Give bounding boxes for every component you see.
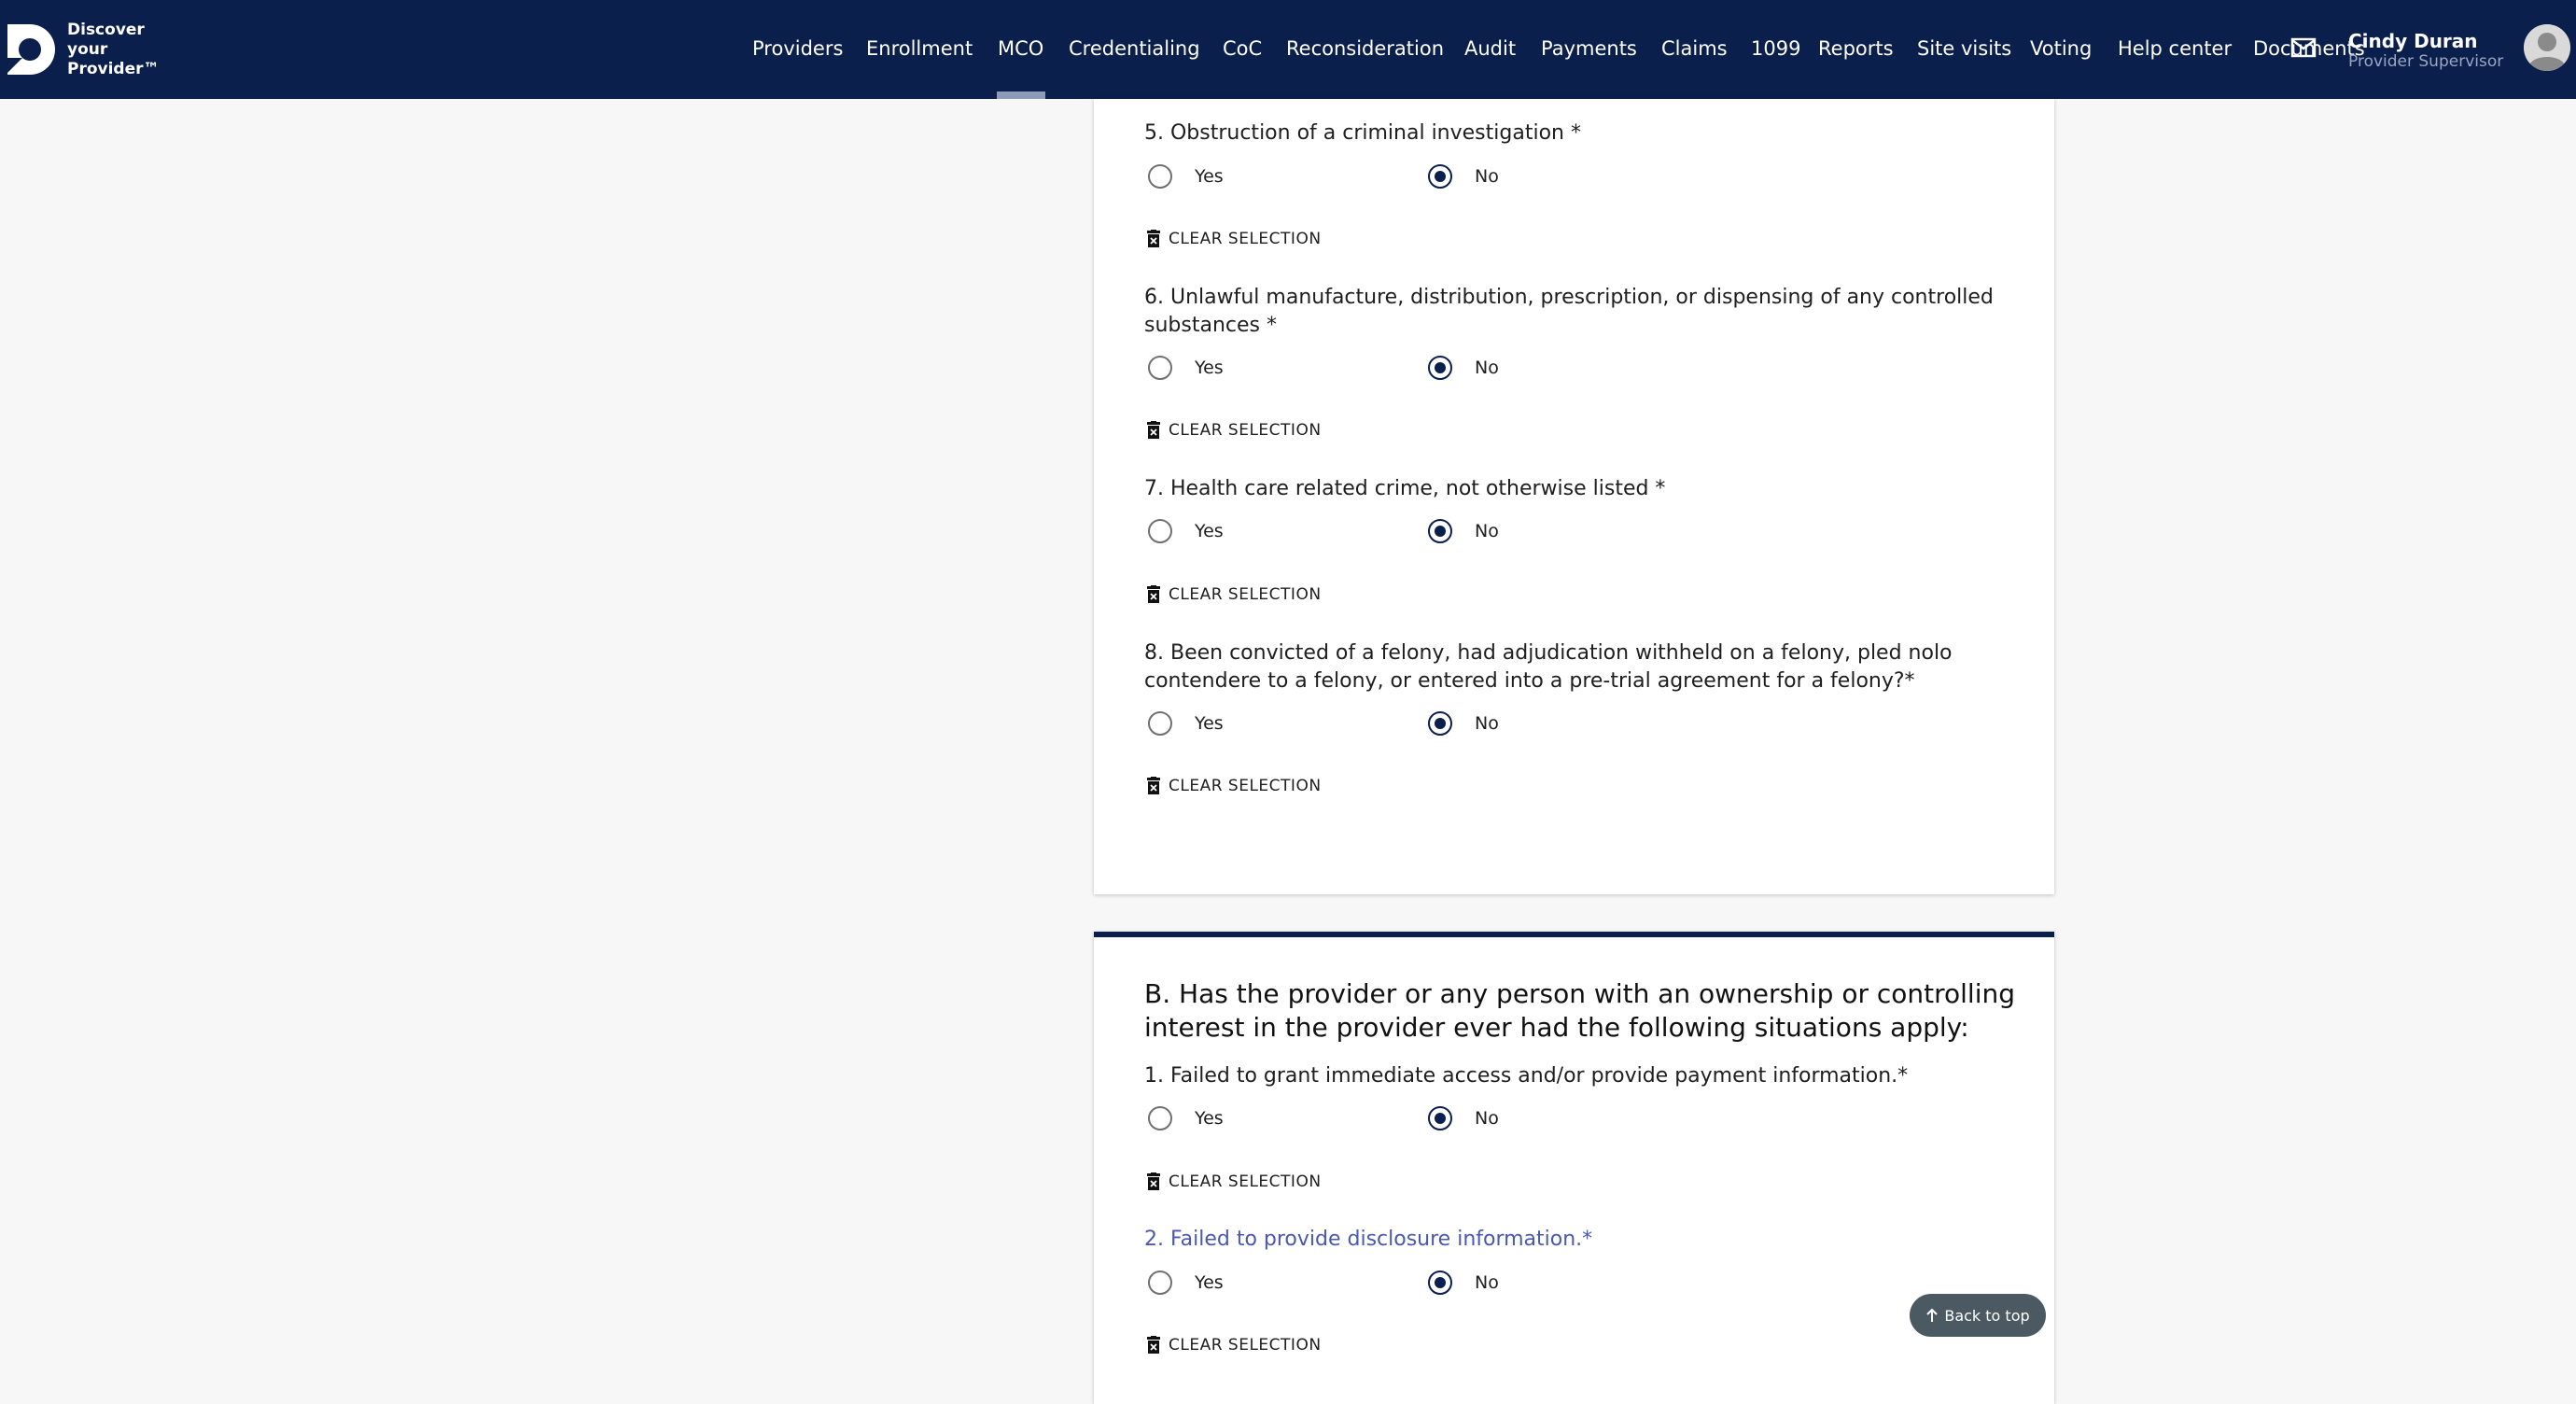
nav-item-claims[interactable]: Claims (1661, 35, 1728, 62)
option-yes-label: Yes (1195, 713, 1224, 734)
nav-item-mco[interactable]: MCO (998, 35, 1043, 62)
nav-item-1099[interactable]: 1099 (1751, 35, 1800, 62)
option-no-label: No (1475, 521, 1499, 541)
brand-line-2: your (67, 40, 108, 59)
question-b2-yes-radio[interactable]: Yes (1148, 1267, 1224, 1299)
radio-unchecked-icon (1148, 356, 1172, 380)
arrow-up-icon (1926, 1308, 1939, 1322)
radio-unchecked-icon (1148, 1271, 1172, 1295)
brand-line-1: Discover (67, 21, 145, 39)
radio-unchecked-icon (1148, 711, 1172, 736)
brand-wordmark: Discover your Provider™ (67, 21, 160, 79)
question-a7-label: 7. Health care related crime, not otherw… (1144, 477, 1666, 500)
question-a8-clear-selection-button[interactable]: CLEAR SELECTION (1146, 773, 1322, 799)
option-yes-label: Yes (1195, 1272, 1224, 1293)
question-b2-no-radio[interactable]: No (1428, 1267, 1499, 1299)
question-a8-label: 8. Been convicted of a felony, had adjud… (1144, 641, 1953, 693)
question-a7-no-radio[interactable]: No (1428, 515, 1499, 547)
option-no-label: No (1475, 1272, 1499, 1293)
option-yes-label: Yes (1195, 358, 1224, 378)
delete-icon (1147, 777, 1160, 794)
nav-active-indicator (997, 91, 1045, 99)
question-a7-clear-selection-button[interactable]: CLEAR SELECTION (1146, 582, 1322, 608)
nav-item-credentialing[interactable]: Credentialing (1069, 35, 1200, 62)
nav-item-audit[interactable]: Audit (1464, 35, 1516, 62)
question-b2-clear-selection-button[interactable]: CLEAR SELECTION (1146, 1332, 1322, 1358)
nav-item-help-center[interactable]: Help center (2118, 35, 2232, 62)
question-a6-clear-selection-button[interactable]: CLEAR SELECTION (1146, 417, 1322, 443)
nav-item-enrollment[interactable]: Enrollment (866, 35, 973, 62)
top-navigation-bar: Discover your Provider™ Providers Enroll… (0, 0, 2576, 99)
user-avatar-icon (2524, 24, 2570, 71)
question-b1-label: 1. Failed to grant immediate access and/… (1144, 1064, 1909, 1088)
clear-selection-label: CLEAR SELECTION (1169, 230, 1322, 248)
radio-unchecked-icon (1148, 519, 1172, 543)
option-no-label: No (1475, 713, 1499, 734)
user-name: Cindy Duran (2348, 30, 2478, 52)
radio-checked-icon (1428, 164, 1452, 189)
question-b1-no-radio[interactable]: No (1428, 1102, 1499, 1134)
question-b1-clear-selection-button[interactable]: CLEAR SELECTION (1146, 1169, 1322, 1195)
option-yes-label: Yes (1195, 1108, 1224, 1129)
radio-checked-icon (1428, 356, 1452, 380)
question-a8-no-radio[interactable]: No (1428, 708, 1499, 739)
radio-checked-icon (1428, 519, 1452, 543)
radio-unchecked-icon (1148, 1106, 1172, 1130)
section-b-title: B. Has the provider or any person with a… (1144, 978, 2016, 1043)
radio-checked-icon (1428, 1271, 1452, 1295)
option-no-label: No (1475, 358, 1499, 378)
question-b1-yes-radio[interactable]: Yes (1148, 1102, 1224, 1134)
clear-selection-label: CLEAR SELECTION (1169, 777, 1322, 795)
clear-selection-label: CLEAR SELECTION (1169, 1336, 1322, 1355)
nav-item-reports[interactable]: Reports (1818, 35, 1894, 62)
option-yes-label: Yes (1195, 166, 1224, 187)
question-a5-label: 5. Obstruction of a criminal investigati… (1144, 121, 1581, 145)
question-a5-yes-radio[interactable]: Yes (1148, 161, 1224, 192)
radio-checked-icon (1428, 711, 1452, 736)
question-a6-label: 6. Unlawful manufacture, distribution, p… (1144, 286, 1994, 337)
delete-icon (1147, 585, 1160, 603)
option-yes-label: Yes (1195, 521, 1224, 541)
question-a6-yes-radio[interactable]: Yes (1148, 352, 1224, 384)
avatar[interactable] (2524, 24, 2570, 71)
logo-mark-icon (7, 24, 55, 75)
option-no-label: No (1475, 166, 1499, 187)
question-a6-no-radio[interactable]: No (1428, 352, 1499, 384)
question-b2-label: 2. Failed to provide disclosure informat… (1144, 1228, 1593, 1251)
nav-item-voting[interactable]: Voting (2030, 35, 2092, 62)
clear-selection-label: CLEAR SELECTION (1169, 1172, 1322, 1191)
delete-icon (1147, 230, 1160, 247)
nav-item-providers[interactable]: Providers (752, 35, 843, 62)
back-to-top-label: Back to top (1944, 1306, 2030, 1325)
clear-selection-label: CLEAR SELECTION (1169, 585, 1322, 604)
clear-selection-label: CLEAR SELECTION (1169, 421, 1322, 440)
delete-icon (1147, 1172, 1160, 1190)
brand-logo[interactable]: Discover your Provider™ (0, 21, 168, 80)
nav-item-site-visits[interactable]: Site visits (1917, 35, 2011, 62)
question-a5-clear-selection-button[interactable]: CLEAR SELECTION (1146, 226, 1322, 252)
radio-checked-icon (1428, 1106, 1452, 1130)
nav-item-coc[interactable]: CoC (1223, 35, 1262, 62)
delete-icon (1147, 1336, 1160, 1354)
back-to-top-button[interactable]: Back to top (1910, 1294, 2046, 1337)
delete-icon (1147, 421, 1160, 439)
nav-item-reconsideration[interactable]: Reconsideration (1286, 35, 1444, 62)
option-no-label: No (1475, 1108, 1499, 1129)
radio-unchecked-icon (1148, 164, 1172, 189)
question-a7-yes-radio[interactable]: Yes (1148, 515, 1224, 547)
brand-line-3: Provider™ (67, 60, 160, 78)
nav-item-payments[interactable]: Payments (1541, 35, 1637, 62)
question-a8-yes-radio[interactable]: Yes (1148, 708, 1224, 739)
mail-icon[interactable] (2290, 37, 2317, 58)
question-a5-no-radio[interactable]: No (1428, 161, 1499, 192)
user-role: Provider Supervisor (2348, 52, 2504, 71)
